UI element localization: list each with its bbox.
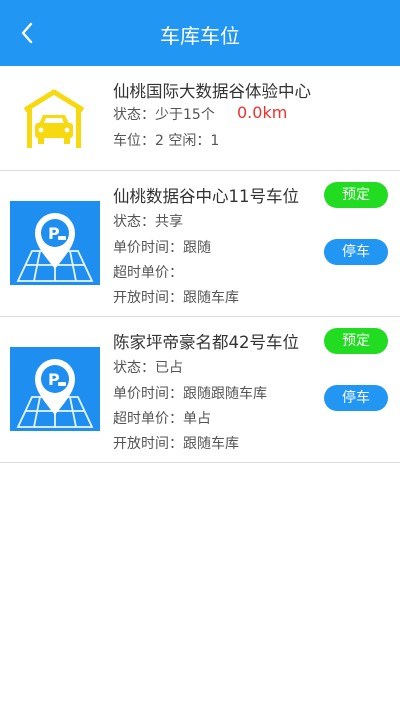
garage-car-icon xyxy=(23,89,85,148)
page-title: 车库车位 xyxy=(160,24,240,48)
garage-distance: 0.0km xyxy=(237,103,288,122)
spot-status: 状态：共享 xyxy=(113,214,183,230)
spot-status: 状态：已占 xyxy=(113,360,183,376)
book-button[interactable]: 预定 xyxy=(324,328,388,354)
parking-location-icon: P xyxy=(10,347,100,431)
parking-spot-card[interactable]: P 仙桃数据谷中心11号车位 状态：共享 单价时间：跟随 超时单价： 开放时间：… xyxy=(0,171,400,317)
garage-status-value: 少于15个 xyxy=(155,107,215,123)
garage-status: 状态：少于15个 xyxy=(113,104,215,124)
parking-spot-card[interactable]: P 陈家坪帝豪名都42号车位 状态：已占 单价时间：跟随跟随车库 超时单价：单占… xyxy=(0,317,400,463)
svg-text:P: P xyxy=(48,370,60,389)
spot-open-time: 开放时间：跟随车库 xyxy=(113,436,239,452)
garage-name: 仙桃国际大数据谷体验中心 xyxy=(113,82,311,101)
spot-unit-price: 单价时间：跟随跟随车库 xyxy=(113,386,267,402)
spot-name: 陈家坪帝豪名都42号车位 xyxy=(113,333,299,352)
garage-spaces: 车位：2 空闲：1 xyxy=(113,133,220,149)
spot-name: 仙桃数据谷中心11号车位 xyxy=(113,187,299,206)
spot-unit-price: 单价时间：跟随 xyxy=(113,240,211,256)
spot-open-time: 开放时间：跟随车库 xyxy=(113,290,239,306)
garage-card[interactable]: 仙桃国际大数据谷体验中心 状态：少于15个 0.0km 车位：2 空闲：1 xyxy=(0,66,400,171)
park-button[interactable]: 停车 xyxy=(324,385,388,411)
garage-status-label: 状态： xyxy=(113,107,155,123)
app-header: 车库车位 xyxy=(0,0,400,66)
book-button[interactable]: 预定 xyxy=(324,182,388,208)
svg-text:P: P xyxy=(48,224,60,243)
parking-location-icon: P xyxy=(10,201,100,285)
spot-overtime-price: 超时单价： xyxy=(113,265,183,281)
park-button[interactable]: 停车 xyxy=(324,239,388,265)
spot-overtime-price: 超时单价：单占 xyxy=(113,411,211,427)
